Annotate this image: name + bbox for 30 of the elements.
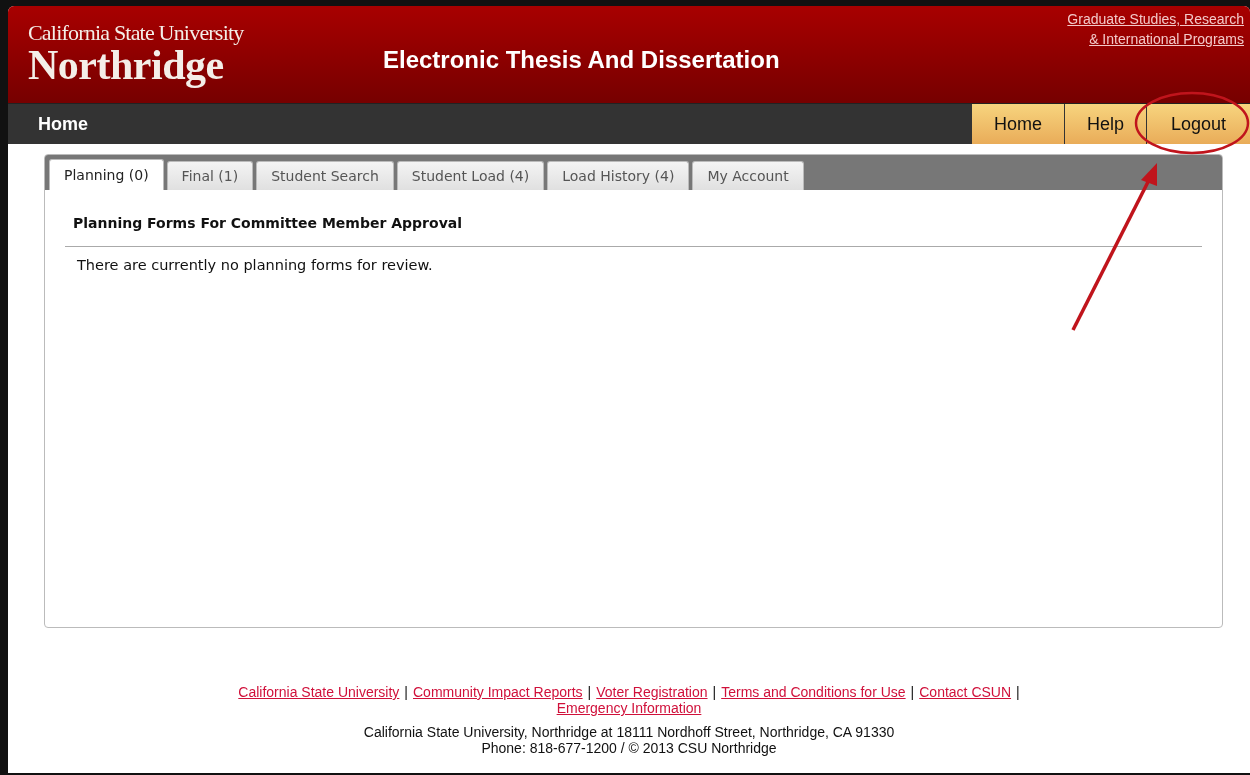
logo-text: California State University xyxy=(28,22,245,44)
link-separator: | xyxy=(910,684,915,700)
footer-link[interactable]: Emergency Information xyxy=(556,700,702,716)
footer-link[interactable]: Community Impact Reports xyxy=(413,684,583,700)
tab[interactable]: Final (1) xyxy=(166,161,254,190)
footer-link[interactable]: Terms and Conditions for Use xyxy=(721,684,906,700)
header-link[interactable]: & International Programs xyxy=(1089,29,1244,49)
tab[interactable]: Student Load (4) xyxy=(396,161,545,190)
footer-link[interactable]: California State University xyxy=(238,684,400,700)
footer-link[interactable]: Contact CSUN xyxy=(919,684,1012,700)
link-separator: | xyxy=(1016,684,1020,700)
address-text: California State University, Northridge at 18111 Nordhoff Street, Northridge, CA 91330 xyxy=(363,724,895,740)
link-separator: | xyxy=(404,684,408,700)
section-heading: Planning Forms For Committee Member Approval xyxy=(65,190,1202,247)
link-separator: | xyxy=(587,684,592,700)
tab[interactable]: My Account xyxy=(692,161,804,190)
nav-button[interactable]: Logout xyxy=(1145,104,1250,144)
logo-wordmark: Northridge xyxy=(28,44,224,86)
header-link[interactable]: Graduate Studies, Research xyxy=(1067,9,1244,29)
nav-button[interactable]: Home xyxy=(970,104,1064,144)
empty-message: There are currently no planning forms for review. xyxy=(76,256,434,275)
footer-link[interactable]: Voter Registration xyxy=(596,684,708,700)
nav-button[interactable]: Help xyxy=(1063,104,1146,144)
tab[interactable]: Planning (0) xyxy=(49,159,164,190)
breadcrumb-home[interactable]: Home xyxy=(38,113,88,135)
tab[interactable]: Load History (4) xyxy=(547,161,690,190)
link-separator: | xyxy=(712,684,717,700)
phone-text: Phone: 818-677-1200 / © 2013 CSU Northridge xyxy=(481,740,777,756)
site-title: Electronic Thesis And Dissertation xyxy=(383,46,780,74)
tab[interactable]: Student Search xyxy=(256,161,394,190)
